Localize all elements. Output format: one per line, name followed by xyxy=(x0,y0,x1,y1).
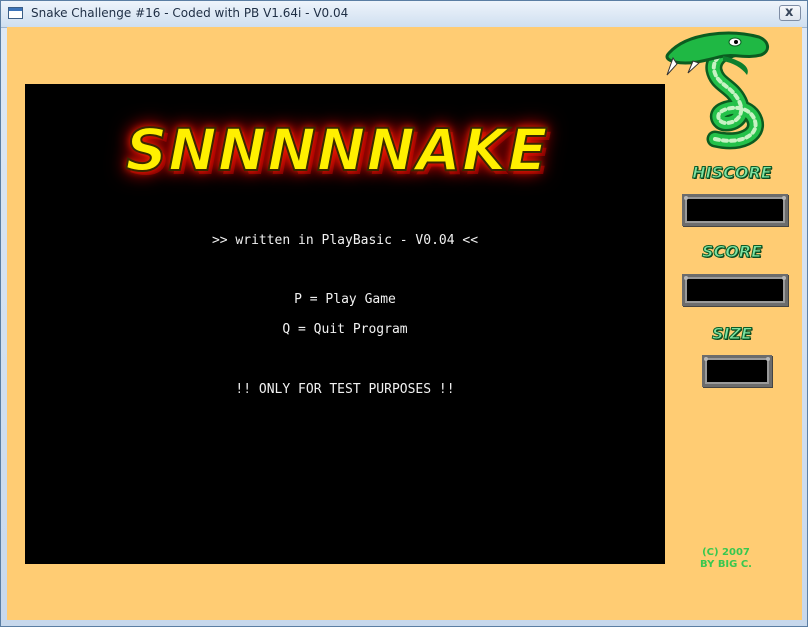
size-display xyxy=(702,355,772,387)
title-bar[interactable]: Snake Challenge #16 - Coded with PB V1.6… xyxy=(1,1,807,28)
window-title: Snake Challenge #16 - Coded with PB V1.6… xyxy=(31,6,349,20)
test-purposes-warning: !! ONLY FOR TEST PURPOSES !! xyxy=(235,382,455,397)
app-window-icon xyxy=(8,7,23,19)
score-label: SCORE xyxy=(701,242,763,262)
hiscore-label: HISCORE xyxy=(692,163,772,183)
menu-quit-program[interactable]: Q = Quit Program xyxy=(25,322,665,337)
close-button[interactable]: x xyxy=(779,5,801,21)
size-label: SIZE xyxy=(711,324,752,344)
hiscore-display xyxy=(682,194,788,226)
menu-play-game[interactable]: P = Play Game xyxy=(25,292,665,307)
game-window-client: SNNNNNAKE >> written in PlayBasic - V0.0… xyxy=(7,27,802,620)
score-sidebar: HISCORE SCORE SIZE xyxy=(662,27,802,620)
app-window: Snake Challenge #16 - Coded with PB V1.6… xyxy=(0,0,808,627)
close-icon: x xyxy=(785,5,794,20)
written-in-line: >> written in PlayBasic - V0.04 << xyxy=(211,233,479,248)
logo-text: SNNNNNAKE xyxy=(125,115,549,185)
snnnnnake-logo: SNNNNNAKE xyxy=(77,108,597,186)
green-snake-logo xyxy=(665,31,769,150)
score-display xyxy=(682,274,788,306)
game-screen[interactable]: SNNNNNAKE >> written in PlayBasic - V0.0… xyxy=(25,84,665,564)
credits-line-2: BY BIG C. xyxy=(700,559,752,570)
copyright-credits: (C) 2007 BY BIG C. xyxy=(656,547,796,571)
credits-line-1: (C) 2007 xyxy=(702,547,750,558)
